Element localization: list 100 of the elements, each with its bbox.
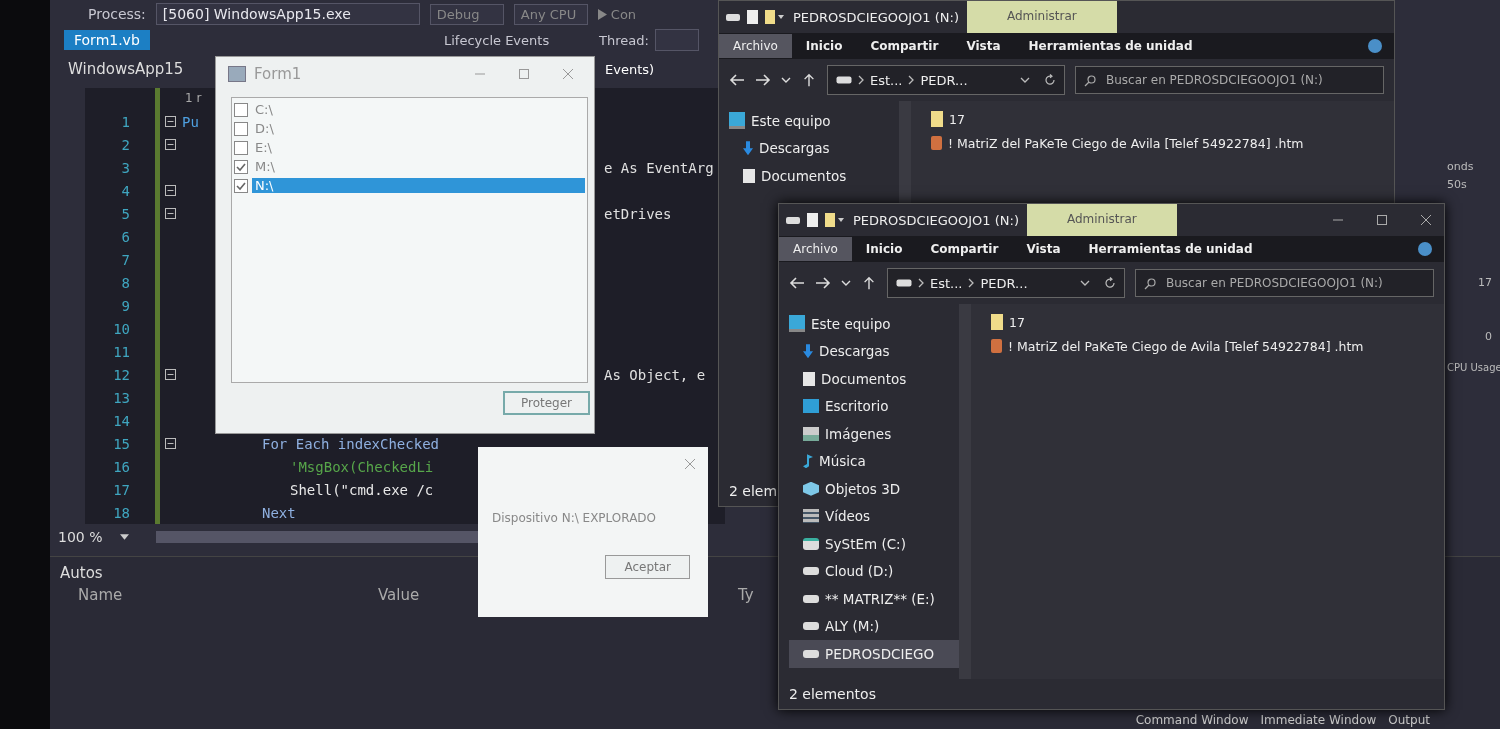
- ribbon-tab[interactable]: Herramientas de unidad: [1014, 34, 1207, 58]
- nav-item[interactable]: SyStEm (C:): [789, 530, 959, 558]
- panel-tab[interactable]: Output: [1388, 713, 1430, 727]
- nav-item[interactable]: Descargas: [729, 134, 899, 162]
- up-button[interactable]: [801, 73, 817, 87]
- collapse-icon[interactable]: [165, 116, 176, 127]
- ribbon-tab[interactable]: Herramientas de unidad: [1074, 237, 1267, 261]
- help-icon[interactable]: [1418, 242, 1432, 256]
- quick-access-icons[interactable]: [725, 9, 785, 25]
- folder-icon: [931, 111, 943, 127]
- nav-item[interactable]: Cloud (D:): [789, 557, 959, 585]
- search-field[interactable]: Buscar en PEDROSDCIEGOOJO1 (N:): [1135, 269, 1434, 297]
- lifecycle-events-button[interactable]: Lifecycle Events: [444, 32, 599, 48]
- ribbon-tab[interactable]: Compartir: [916, 237, 1013, 261]
- collapse-icon[interactable]: [165, 438, 176, 449]
- context-tab[interactable]: Administrar: [967, 1, 1117, 33]
- panel-tab[interactable]: Immediate Window: [1260, 713, 1377, 727]
- close-button[interactable]: [1420, 214, 1432, 226]
- breadcrumb[interactable]: Est...: [870, 72, 903, 88]
- column-header: Name: [77, 586, 124, 604]
- recent-dropdown[interactable]: [841, 280, 851, 286]
- ribbon-tab[interactable]: Vista: [952, 34, 1015, 58]
- nav-item[interactable]: Este equipo: [729, 107, 899, 135]
- project-dropdown[interactable]: WindowsApp15: [68, 60, 184, 78]
- file-item[interactable]: 17: [931, 107, 1374, 131]
- window-title: PEDROSDCIEGOOJO1 (N:): [793, 9, 959, 25]
- protect-button[interactable]: Proteger: [502, 391, 590, 415]
- ribbon-tab[interactable]: Inicio: [791, 34, 857, 58]
- collapse-icon[interactable]: [165, 139, 176, 150]
- nav-item[interactable]: Escritorio: [789, 392, 959, 420]
- up-button[interactable]: [861, 276, 877, 290]
- breadcrumb[interactable]: PEDR...: [980, 275, 1028, 291]
- back-button[interactable]: [729, 73, 745, 87]
- back-button[interactable]: [789, 276, 805, 290]
- nav-item[interactable]: Documentos: [789, 365, 959, 393]
- breadcrumb[interactable]: Est...: [930, 275, 963, 291]
- code-text: Pu: [182, 113, 199, 130]
- collapse-icon[interactable]: [165, 369, 176, 380]
- checkbox[interactable]: [234, 140, 248, 155]
- accept-button[interactable]: Aceptar: [605, 555, 690, 579]
- line-number: 5: [120, 205, 131, 222]
- nav-item[interactable]: Música: [789, 447, 959, 475]
- continue-button[interactable]: Con: [597, 6, 637, 22]
- line-number: 17: [112, 481, 131, 498]
- code-text: Next: [262, 504, 296, 521]
- nav-item[interactable]: Vídeos: [789, 502, 959, 530]
- zoom-dropdown[interactable]: 100 %: [58, 529, 148, 545]
- chevron-icon: [908, 75, 915, 85]
- nav-item[interactable]: Objetos 3D: [789, 475, 959, 503]
- dropdown-icon[interactable]: [1020, 77, 1030, 83]
- checkbox[interactable]: [234, 121, 248, 136]
- file-item[interactable]: ! MatriZ del PaKeTe Ciego de Avila [Telef 54922784] .htm: [991, 334, 1424, 358]
- ribbon-tab[interactable]: Vista: [1012, 237, 1075, 261]
- ribbon-tab[interactable]: Inicio: [851, 237, 917, 261]
- ribbon-tab[interactable]: Archivo: [719, 34, 792, 58]
- platform-dropdown[interactable]: Any CPU: [513, 3, 588, 25]
- forward-button[interactable]: [755, 73, 771, 87]
- recent-dropdown[interactable]: [781, 77, 791, 83]
- address-bar[interactable]: Est... PEDR...: [887, 268, 1125, 298]
- file-item[interactable]: ! MatriZ del PaKeTe Ciego de Avila [Telef 54922784] .htm: [931, 131, 1374, 155]
- nav-item[interactable]: ALY (M:): [789, 612, 959, 640]
- desktop-icon: [803, 399, 819, 414]
- nav-item[interactable]: Este equipo: [789, 310, 959, 338]
- nav-item[interactable]: PEDROSDCIEGO: [789, 640, 959, 668]
- caret-icon: [120, 534, 130, 540]
- refresh-icon[interactable]: [1104, 277, 1116, 289]
- collapse-icon[interactable]: [165, 208, 176, 219]
- document-tab[interactable]: Form1.vb: [64, 30, 150, 50]
- breadcrumb[interactable]: PEDR...: [920, 72, 968, 88]
- panel-tab[interactable]: Command Window: [1135, 713, 1249, 727]
- time-label: 50s: [1446, 178, 1468, 193]
- process-label: Process:: [88, 6, 146, 22]
- dropdown-icon[interactable]: [1080, 280, 1090, 286]
- codelens-text: 1 r: [185, 91, 202, 105]
- ribbon-tab[interactable]: Archivo: [779, 237, 852, 261]
- refresh-icon[interactable]: [1044, 74, 1056, 86]
- status-text: 2 elem: [729, 483, 778, 499]
- ribbon-tab[interactable]: Compartir: [856, 34, 953, 58]
- member-dropdown[interactable]: Events): [605, 61, 655, 77]
- maximize-button[interactable]: [1376, 214, 1388, 226]
- context-tab[interactable]: Administrar: [1027, 204, 1177, 236]
- window-title: PEDROSDCIEGOOJO1 (N:): [853, 212, 1019, 228]
- drive-icon: [896, 279, 912, 287]
- search-field[interactable]: Buscar en PEDROSDCIEGOOJO1 (N:): [1075, 66, 1384, 94]
- nav-item[interactable]: Imágenes: [789, 420, 959, 448]
- nav-item[interactable]: Descargas: [789, 337, 959, 365]
- help-icon[interactable]: [1368, 39, 1382, 53]
- quick-access-icons[interactable]: [785, 212, 845, 228]
- forward-button[interactable]: [815, 276, 831, 290]
- checkbox[interactable]: [234, 102, 248, 117]
- configuration-dropdown[interactable]: Debug: [429, 3, 504, 25]
- message-text: Dispositivo N:\ EXPLORADO: [491, 510, 658, 525]
- process-dropdown[interactable]: [5060] WindowsApp15.exe: [155, 3, 420, 25]
- file-item[interactable]: 17: [991, 310, 1424, 334]
- address-bar[interactable]: Est... PEDR...: [827, 65, 1065, 95]
- nav-item[interactable]: Documentos: [729, 162, 899, 190]
- checkbox[interactable]: [234, 178, 248, 193]
- nav-item[interactable]: ** MATRIZ** (E:): [789, 585, 959, 613]
- collapse-icon[interactable]: [165, 185, 176, 196]
- checkbox[interactable]: [234, 159, 248, 174]
